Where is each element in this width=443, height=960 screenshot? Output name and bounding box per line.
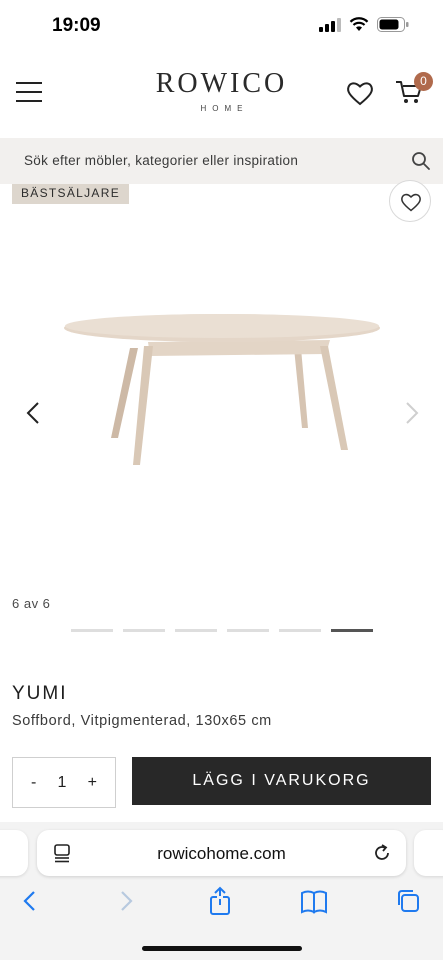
quantity-value[interactable]: 1 xyxy=(58,774,67,792)
search-icon[interactable] xyxy=(411,151,431,171)
pagination-dot[interactable] xyxy=(123,629,165,632)
heart-icon xyxy=(347,82,373,106)
tabs-icon[interactable] xyxy=(394,886,422,916)
forward-arrow-icon[interactable] xyxy=(112,886,140,916)
back-arrow-icon[interactable] xyxy=(16,886,44,916)
heart-icon xyxy=(401,193,421,212)
cart-count-badge: 0 xyxy=(414,72,433,91)
wifi-icon xyxy=(349,17,369,31)
address-bar[interactable]: rowicohome.com xyxy=(37,830,406,876)
search-input[interactable]: Sök efter möbler, kategorier eller inspi… xyxy=(24,138,298,184)
pagination-dot[interactable] xyxy=(279,629,321,632)
home-indicator[interactable] xyxy=(142,946,302,951)
status-time: 19:09 xyxy=(52,15,101,36)
url-text[interactable]: rowicohome.com xyxy=(37,844,406,864)
reload-icon[interactable] xyxy=(372,843,392,863)
status-bar: 19:09 xyxy=(0,0,443,52)
previous-tab-preview[interactable] xyxy=(0,830,28,876)
logo-subtitle: HOME xyxy=(200,104,249,113)
brand-logo[interactable]: ROWICO HOME xyxy=(0,68,443,113)
previous-image-arrow-icon[interactable] xyxy=(24,400,44,426)
image-counter: 6 av 6 xyxy=(12,596,51,611)
battery-icon xyxy=(377,17,409,32)
decrease-quantity-button[interactable]: - xyxy=(31,774,36,792)
pagination-dot[interactable] xyxy=(331,629,373,632)
bestseller-badge: BÄSTSÄLJARE xyxy=(12,184,129,204)
next-image-arrow-icon[interactable] xyxy=(401,400,421,426)
increase-quantity-button[interactable]: + xyxy=(88,774,97,792)
status-icons xyxy=(319,17,409,32)
favorite-button[interactable] xyxy=(389,180,431,222)
product-image[interactable] xyxy=(60,310,384,470)
wishlist-button[interactable] xyxy=(346,80,376,108)
product-description: Soffbord, Vitpigmenterad, 130x65 cm xyxy=(12,713,272,729)
logo-wordmark: ROWICO xyxy=(155,68,288,99)
gallery-pagination xyxy=(71,629,373,632)
product-title: YUMI xyxy=(12,683,68,704)
pagination-dot[interactable] xyxy=(227,629,269,632)
quantity-stepper[interactable]: - 1 + xyxy=(12,757,116,808)
product-gallery: BÄSTSÄLJARE xyxy=(0,180,443,614)
pagination-dot[interactable] xyxy=(71,629,113,632)
cellular-signal-icon xyxy=(319,17,341,32)
browser-toolbar xyxy=(0,886,443,918)
add-to-cart-button[interactable]: LÄGG I VARUKORG xyxy=(132,757,431,805)
cart-button[interactable]: 0 xyxy=(394,72,434,110)
share-icon[interactable] xyxy=(206,886,234,916)
pagination-dot[interactable] xyxy=(175,629,217,632)
search-bar[interactable]: Sök efter möbler, kategorier eller inspi… xyxy=(0,138,443,184)
bookmarks-icon[interactable] xyxy=(300,886,328,916)
next-tab-preview[interactable] xyxy=(414,830,443,876)
browser-chrome: rowicohome.com xyxy=(0,822,443,960)
site-header: ROWICO HOME 0 xyxy=(0,52,443,138)
